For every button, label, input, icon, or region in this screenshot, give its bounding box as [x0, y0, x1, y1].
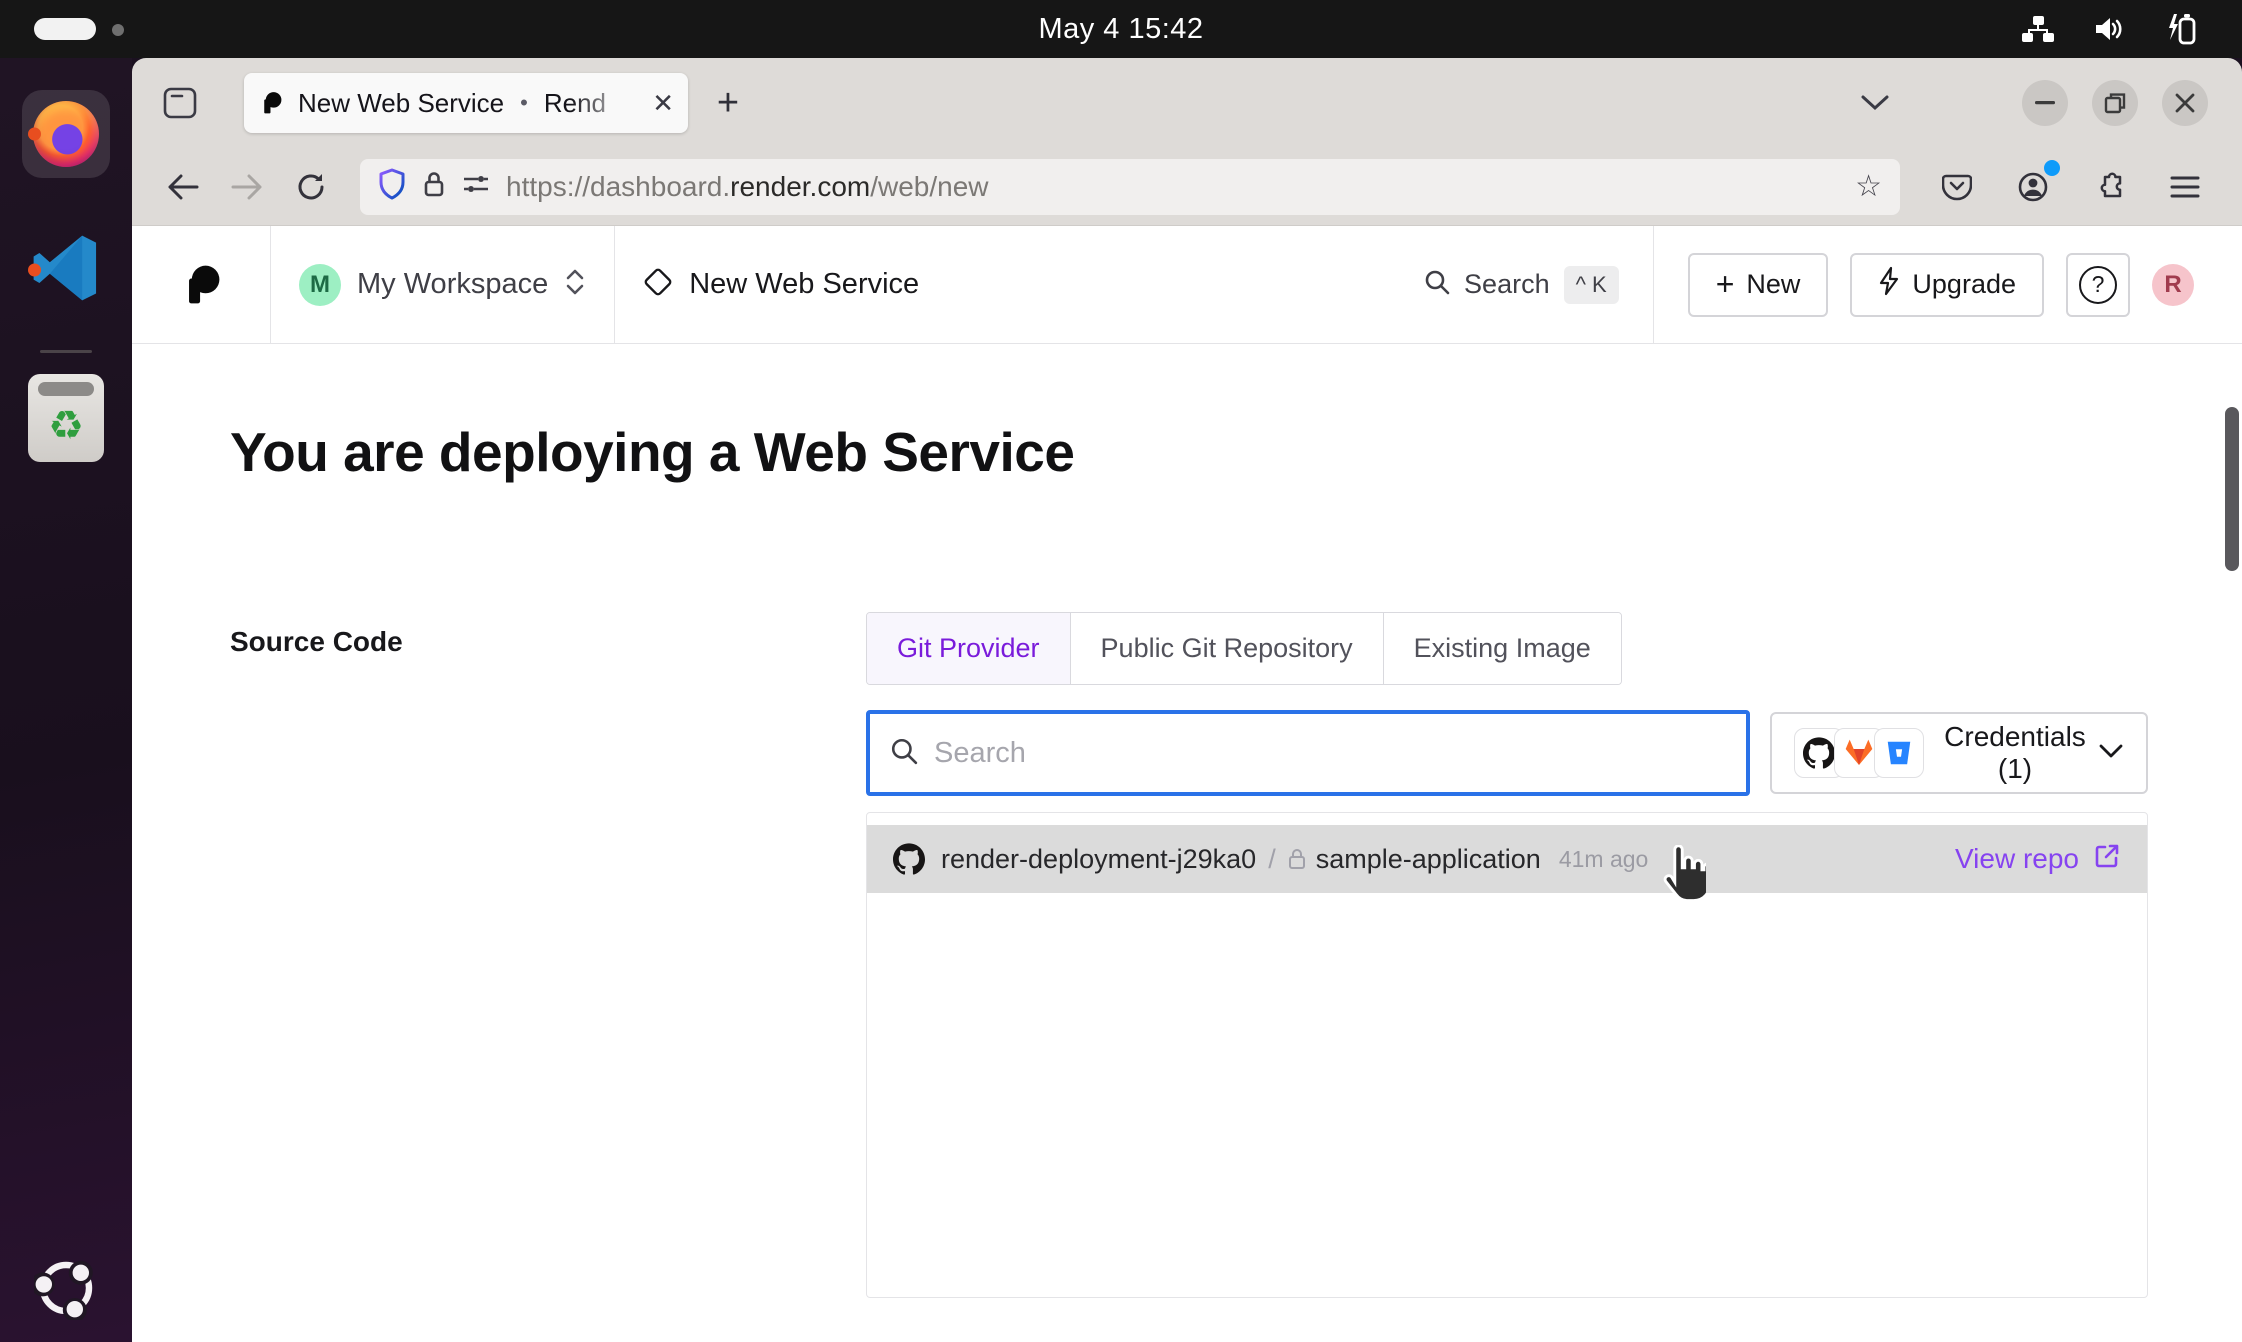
- search-icon: [890, 737, 918, 770]
- chevron-down-icon: [2098, 743, 2124, 764]
- workspace-indicator-active[interactable]: [34, 18, 96, 40]
- tab-title: New Web Service • Rend: [298, 88, 648, 119]
- search-shortcut-badge: ^ K: [1564, 266, 1619, 304]
- repo-list: render-deployment-j29ka0 / sample-applic…: [866, 812, 2148, 1298]
- tab-public-git-repository[interactable]: Public Git Repository: [1071, 613, 1384, 684]
- url-bar[interactable]: https://dashboard.render.com/web/new ☆: [360, 159, 1900, 215]
- global-search[interactable]: Search ^ K: [1390, 266, 1653, 304]
- dock-vscode[interactable]: [22, 226, 110, 314]
- browser-tab[interactable]: New Web Service • Rend ✕: [244, 73, 688, 133]
- repo-age: 41m ago: [1559, 846, 1649, 873]
- list-all-tabs-chevron[interactable]: [1848, 76, 1902, 130]
- tracking-protection-shield-icon[interactable]: [378, 168, 406, 205]
- permissions-sliders-icon[interactable]: [462, 173, 490, 200]
- recycle-glyph: ♻: [48, 406, 84, 446]
- workspace-avatar: M: [299, 264, 341, 306]
- forward-button[interactable]: [218, 158, 276, 216]
- restore-button[interactable]: [2092, 80, 2138, 126]
- tab-git-provider[interactable]: Git Provider: [867, 613, 1071, 684]
- upgrade-button[interactable]: Upgrade: [1850, 253, 2044, 317]
- render-logo[interactable]: [132, 262, 270, 308]
- render-favicon: [258, 90, 284, 116]
- help-button[interactable]: ?: [2066, 253, 2130, 317]
- vscode-running-dot: [28, 264, 41, 277]
- credentials-label: Credentials (1): [1932, 721, 2098, 785]
- scrollbar-thumb[interactable]: [2225, 407, 2239, 571]
- source-tabs: Git Provider Public Git Repository Exist…: [866, 612, 1622, 685]
- private-lock-icon: [1288, 848, 1306, 870]
- page-title: New Web Service: [689, 268, 919, 301]
- external-link-icon: [2093, 842, 2121, 877]
- close-window-button[interactable]: [2162, 80, 2208, 126]
- battery-charging-icon: [2166, 12, 2198, 46]
- tab-close-icon[interactable]: ✕: [652, 88, 674, 119]
- tab-separator: •: [520, 90, 528, 116]
- chevron-updown-icon: [564, 267, 586, 302]
- user-avatar[interactable]: R: [2152, 264, 2194, 306]
- account-notification-dot: [2044, 160, 2060, 176]
- repo-separator: /: [1268, 844, 1276, 875]
- tab-existing-image[interactable]: Existing Image: [1384, 613, 1621, 684]
- tab-bar: New Web Service • Rend ✕ +: [132, 58, 2242, 148]
- view-repo-link[interactable]: View repo: [1955, 842, 2121, 877]
- dock-divider: [40, 350, 92, 353]
- source-code-label: Source Code: [230, 626, 403, 658]
- header-divider: [1653, 226, 1654, 343]
- firefox-view-button[interactable]: [152, 75, 208, 131]
- window-controls: [2022, 80, 2208, 126]
- new-button[interactable]: + New: [1688, 253, 1829, 317]
- bookmark-star-icon[interactable]: ☆: [1855, 169, 1882, 204]
- repo-search-box[interactable]: [866, 710, 1750, 796]
- firefox-icon: [33, 101, 99, 167]
- question-mark-icon: ?: [2079, 266, 2117, 304]
- dashboard-main: You are deploying a Web Service Source C…: [132, 344, 2242, 1342]
- credentials-dropdown[interactable]: Credentials (1): [1770, 712, 2148, 794]
- pocket-icon[interactable]: [1928, 158, 1986, 216]
- dashboard-header: M My Workspace New Web Service Search ^: [132, 226, 2242, 344]
- plus-icon: +: [1716, 266, 1735, 303]
- page-breadcrumb: New Web Service: [615, 267, 947, 302]
- workspace-indicator-next[interactable]: [112, 24, 124, 36]
- bitbucket-icon: [1874, 728, 1924, 778]
- search-label: Search: [1464, 269, 1550, 300]
- system-tray[interactable]: [2020, 0, 2198, 58]
- account-icon[interactable]: [2004, 158, 2062, 216]
- repo-search-input[interactable]: [934, 737, 1726, 770]
- page-heading: You are deploying a Web Service: [230, 420, 1074, 484]
- firefox-running-dot: [28, 128, 41, 141]
- minimize-button[interactable]: [2022, 80, 2068, 126]
- navigation-toolbar: https://dashboard.render.com/web/new ☆: [132, 148, 2242, 226]
- repo-row[interactable]: render-deployment-j29ka0 / sample-applic…: [867, 825, 2147, 893]
- diamond-icon: [643, 267, 673, 302]
- trash-lid: [38, 382, 94, 396]
- extensions-puzzle-icon[interactable]: [2080, 158, 2138, 216]
- lock-icon[interactable]: [422, 170, 446, 203]
- system-clock[interactable]: May 4 15:42: [1038, 13, 1203, 46]
- volume-icon: [2094, 14, 2128, 44]
- new-tab-button[interactable]: +: [704, 79, 752, 127]
- workspace-name: My Workspace: [357, 268, 548, 301]
- repo-owner: render-deployment-j29ka0: [941, 844, 1256, 875]
- reload-button[interactable]: [282, 158, 340, 216]
- dock-firefox[interactable]: [22, 90, 110, 178]
- github-icon: [893, 843, 925, 875]
- toolbar-icons: [1928, 158, 2214, 216]
- repo-name: sample-application: [1316, 844, 1541, 875]
- menu-hamburger-icon[interactable]: [2156, 158, 2214, 216]
- network-icon: [2020, 14, 2056, 44]
- ubuntu-dock: ♻: [0, 58, 132, 1342]
- search-icon: [1424, 269, 1450, 300]
- system-top-bar: May 4 15:42: [0, 0, 2242, 58]
- back-button[interactable]: [154, 158, 212, 216]
- provider-badges: [1794, 728, 1914, 778]
- show-applications-button[interactable]: [34, 1256, 98, 1320]
- render-dashboard: M My Workspace New Web Service Search ^: [132, 226, 2242, 1342]
- lightning-icon: [1878, 266, 1900, 303]
- url-text: https://dashboard.render.com/web/new: [506, 171, 1839, 203]
- trash-icon: ♻: [28, 374, 104, 462]
- firefox-window: New Web Service • Rend ✕ +: [132, 58, 2242, 1342]
- workspace-switcher[interactable]: M My Workspace: [271, 264, 614, 306]
- dock-trash[interactable]: ♻: [22, 374, 110, 462]
